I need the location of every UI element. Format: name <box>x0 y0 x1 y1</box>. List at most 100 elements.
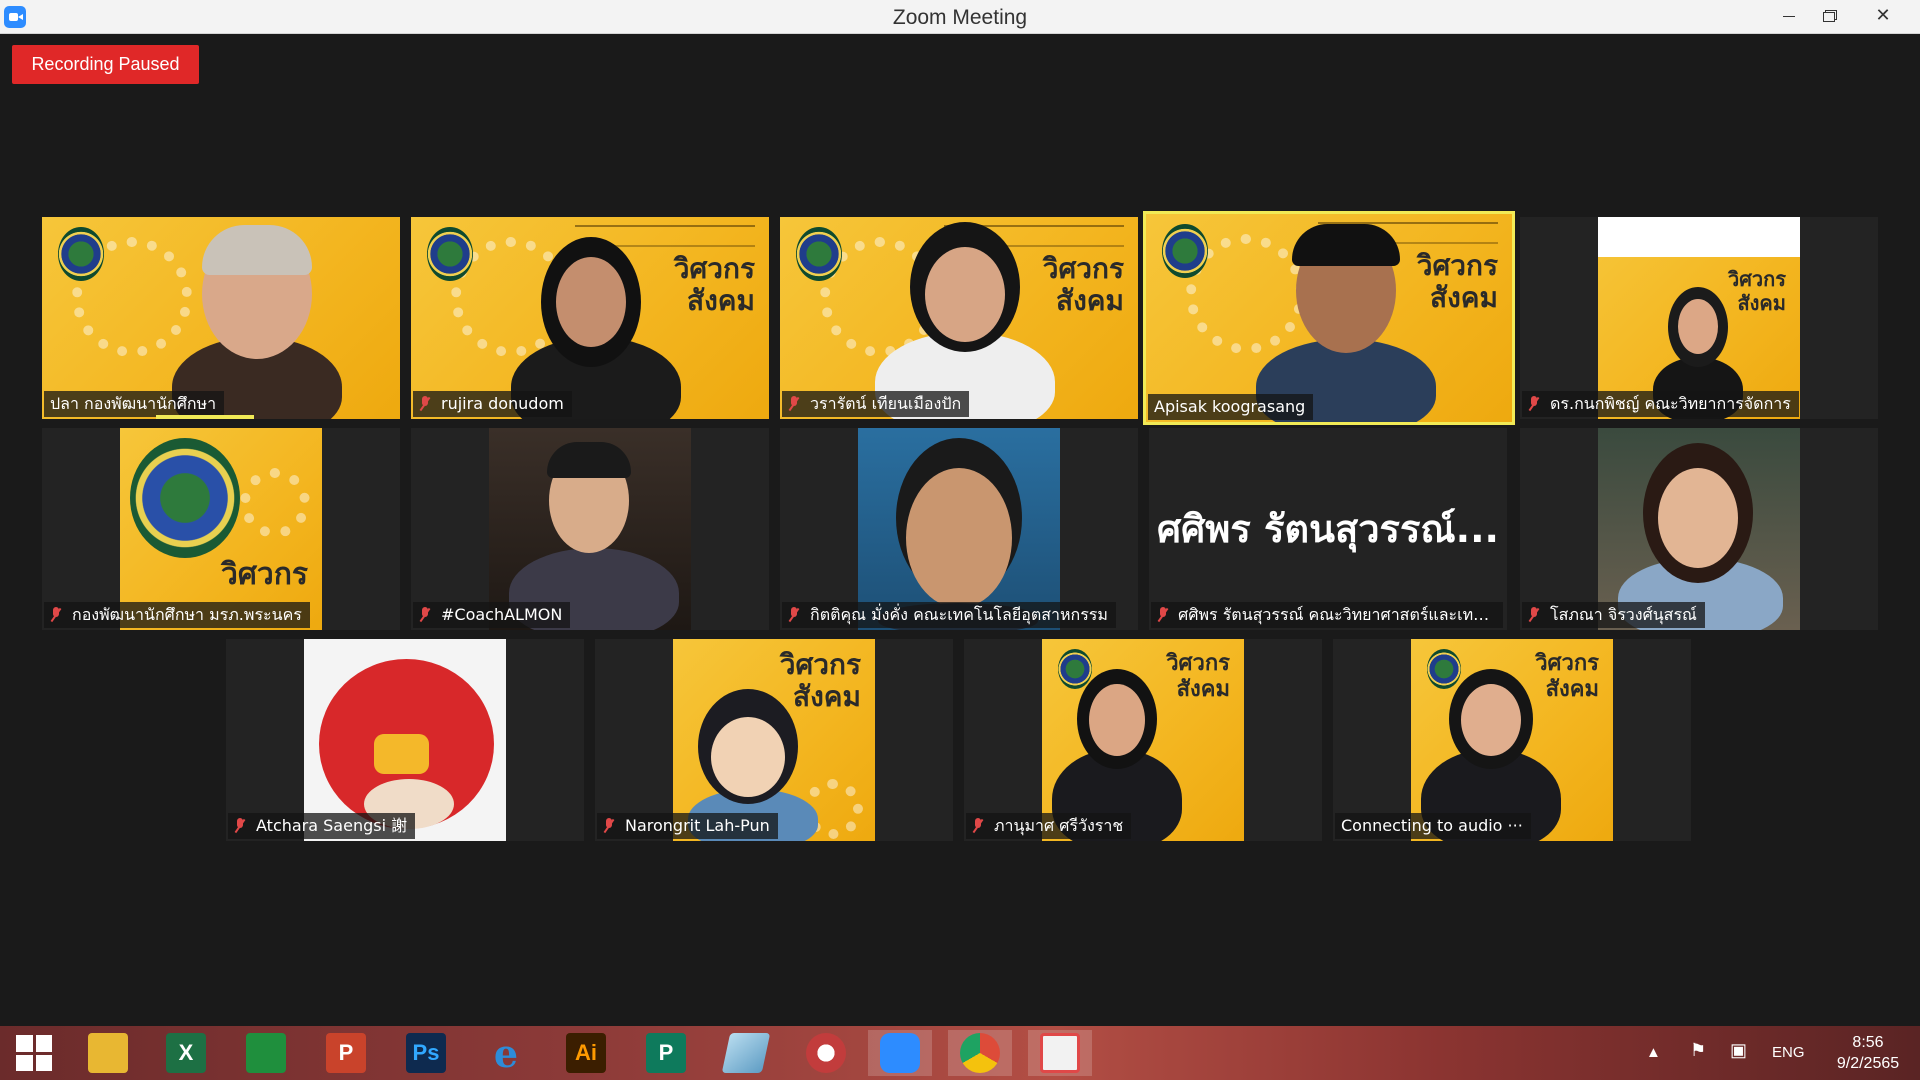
participant-video: วิศวกร สังคม <box>1146 214 1512 422</box>
university-logo <box>1058 649 1092 689</box>
participant-name: Atchara Saengsi 謝 <box>228 813 416 839</box>
taskbar-powerpoint[interactable]: P <box>314 1030 378 1076</box>
taskbar-excel[interactable]: X <box>154 1030 218 1076</box>
taskbar-photoscape[interactable] <box>794 1030 858 1076</box>
university-logo <box>130 438 240 558</box>
clock-date: 9/2/2565 <box>1836 1055 1900 1072</box>
video-tile[interactable]: วิศวกร กองพัฒนานักศึกษา มรภ.พระนคร <box>42 428 400 630</box>
participant-video <box>1598 428 1800 630</box>
taskbar-file-explorer[interactable] <box>76 1030 140 1076</box>
clock-time: 8:56 <box>1852 1034 1884 1051</box>
banner-title: วิศวกร สังคม <box>673 252 755 317</box>
zoom-window: Zoom Meeting ✕ Recording Paused ปลา กองพ… <box>0 0 1920 1080</box>
banner-title: วิศวกร สังคม <box>1042 252 1124 317</box>
participant-video: วิศวกร สังคม <box>780 217 1138 419</box>
participant-video <box>489 428 691 630</box>
participant-display-name: ศศิพร รัตนสุวรรณ์... <box>1157 507 1499 551</box>
recording-paused-badge[interactable]: Recording Paused <box>12 45 199 84</box>
muted-mic-icon <box>1528 396 1540 412</box>
action-center-flag-icon[interactable]: ⚑ <box>1690 1040 1706 1080</box>
participant-name: ดร.กนกพิชญ์ คณะวิทยาการจัดการ <box>1522 391 1799 417</box>
muted-mic-icon <box>419 396 431 412</box>
video-tile[interactable]: Atchara Saengsi 謝 <box>226 639 584 841</box>
taskbar-clock[interactable]: 8:56 9/2/2565 <box>1816 1032 1920 1074</box>
muted-mic-icon <box>419 607 431 623</box>
participant-video: วิศวกร สังคม <box>411 217 769 419</box>
title-bar: Zoom Meeting ✕ <box>0 0 1920 34</box>
video-tile[interactable]: วิศวกร สังคม Connecting to audio ··· <box>1333 639 1691 841</box>
taskbar-photoshop[interactable]: Ps <box>394 1030 458 1076</box>
participant-video: วิศวกร สังคม <box>1411 639 1613 841</box>
network-icon[interactable]: ▣ <box>1730 1040 1747 1080</box>
muted-mic-icon <box>788 396 800 412</box>
participant-video <box>858 428 1060 630</box>
windows-taskbar: X P Ps e Ai P <box>0 1026 1920 1080</box>
start-button[interactable] <box>2 1030 66 1076</box>
taskbar-notes[interactable] <box>714 1030 778 1076</box>
video-tile[interactable]: ปลา กองพัฒนานักศึกษา <box>42 217 400 419</box>
maximize-button[interactable] <box>1806 0 1852 34</box>
university-logo <box>427 227 473 281</box>
muted-mic-icon <box>972 818 984 834</box>
video-tile[interactable]: วิศวกร สังคม ดร.กนกพิชญ์ คณะวิทยาการจัดกา… <box>1520 217 1878 419</box>
muted-mic-icon <box>50 607 62 623</box>
taskbar-chrome[interactable] <box>948 1030 1012 1076</box>
publisher-icon: P <box>646 1033 686 1073</box>
banner-title: วิศวกร สังคม <box>1727 267 1786 315</box>
participant-name: โสภณา จิรวงศ์นุสรณ์ <box>1522 602 1705 628</box>
speaking-indicator <box>156 415 254 419</box>
taskbar-illustrator[interactable]: Ai <box>554 1030 618 1076</box>
participant-name: Narongrit Lah-Pun <box>597 813 778 839</box>
university-logo <box>1427 649 1461 689</box>
video-tile[interactable]: กิตติคุณ มั่งคั่ง คณะเทคโนโลยีอุตสาหกรรม <box>780 428 1138 630</box>
tray-expand-icon[interactable]: ▲ <box>1646 1044 1661 1080</box>
gear-decoration <box>240 468 310 538</box>
video-tile-active-speaker[interactable]: วิศวกร สังคม Apisak koograsang <box>1143 211 1515 425</box>
banner-title: วิศวกร สังคม <box>1416 249 1498 314</box>
slideshow-icon <box>1040 1033 1080 1073</box>
participant-name: ปลา กองพัฒนานักศึกษา <box>44 391 225 417</box>
participant-name: กองพัฒนานักศึกษา มรภ.พระนคร <box>44 602 310 628</box>
folder-icon <box>88 1033 128 1073</box>
video-tile[interactable]: วิศวกร สังคม ภานุมาศ ศรีวังราช <box>964 639 1322 841</box>
taskbar-publisher[interactable]: P <box>634 1030 698 1076</box>
store-bag-icon <box>246 1033 286 1073</box>
muted-mic-icon <box>1157 607 1168 623</box>
video-tile-no-video[interactable]: ศศิพร รัตนสุวรรณ์... ศศิพร รัตนสุวรรณ์ ค… <box>1149 428 1507 630</box>
video-tile[interactable]: #CoachALMON <box>411 428 769 630</box>
excel-icon: X <box>166 1033 206 1073</box>
photoscape-icon <box>806 1033 846 1073</box>
participant-video <box>42 217 400 419</box>
window-title: Zoom Meeting <box>892 6 1028 29</box>
participant-name: #CoachALMON <box>413 602 571 628</box>
banner-title: วิศวกร <box>220 557 308 592</box>
participant-video: วิศวกร สังคม <box>1598 217 1800 419</box>
close-button[interactable]: ✕ <box>1860 0 1906 34</box>
participant-name: rujira donudom <box>413 391 572 417</box>
muted-mic-icon <box>234 818 246 834</box>
banner-title: วิศวกร สังคม <box>1166 651 1230 702</box>
taskbar-internet-explorer[interactable]: e <box>474 1030 538 1076</box>
zoom-icon <box>880 1033 920 1073</box>
participant-name: ภานุมาศ ศรีวังราช <box>966 813 1132 839</box>
taskbar-slideshow[interactable] <box>1028 1030 1092 1076</box>
taskbar-store[interactable] <box>234 1030 298 1076</box>
video-tile[interactable]: วิศวกร สังคม วรารัตน์ เทียนเมืองปัก <box>780 217 1138 419</box>
participant-video: วิศวกร <box>120 428 322 630</box>
banner-title: วิศวกร สังคม <box>1535 651 1599 702</box>
video-tile[interactable]: โสภณา จิรวงศ์นุสรณ์ <box>1520 428 1878 630</box>
powerpoint-icon: P <box>326 1033 366 1073</box>
restore-icon <box>1823 11 1835 22</box>
university-logo <box>58 227 104 281</box>
notes-icon <box>721 1033 771 1073</box>
taskbar-zoom[interactable] <box>868 1030 932 1076</box>
participant-name: Connecting to audio ··· <box>1335 813 1531 839</box>
university-logo <box>796 227 842 281</box>
participant-video: วิศวกร สังคม <box>673 639 875 841</box>
video-tile[interactable]: วิศวกร สังคม Narongrit Lah-Pun <box>595 639 953 841</box>
input-language[interactable]: ENG <box>1772 1044 1805 1080</box>
participant-name: วรารัตน์ เทียนเมืองปัก <box>782 391 970 417</box>
university-logo <box>1162 224 1208 278</box>
video-tile[interactable]: วิศวกร สังคม rujira donudom <box>411 217 769 419</box>
participant-name: กิตติคุณ มั่งคั่ง คณะเทคโนโลยีอุตสาหกรรม <box>782 602 1116 628</box>
